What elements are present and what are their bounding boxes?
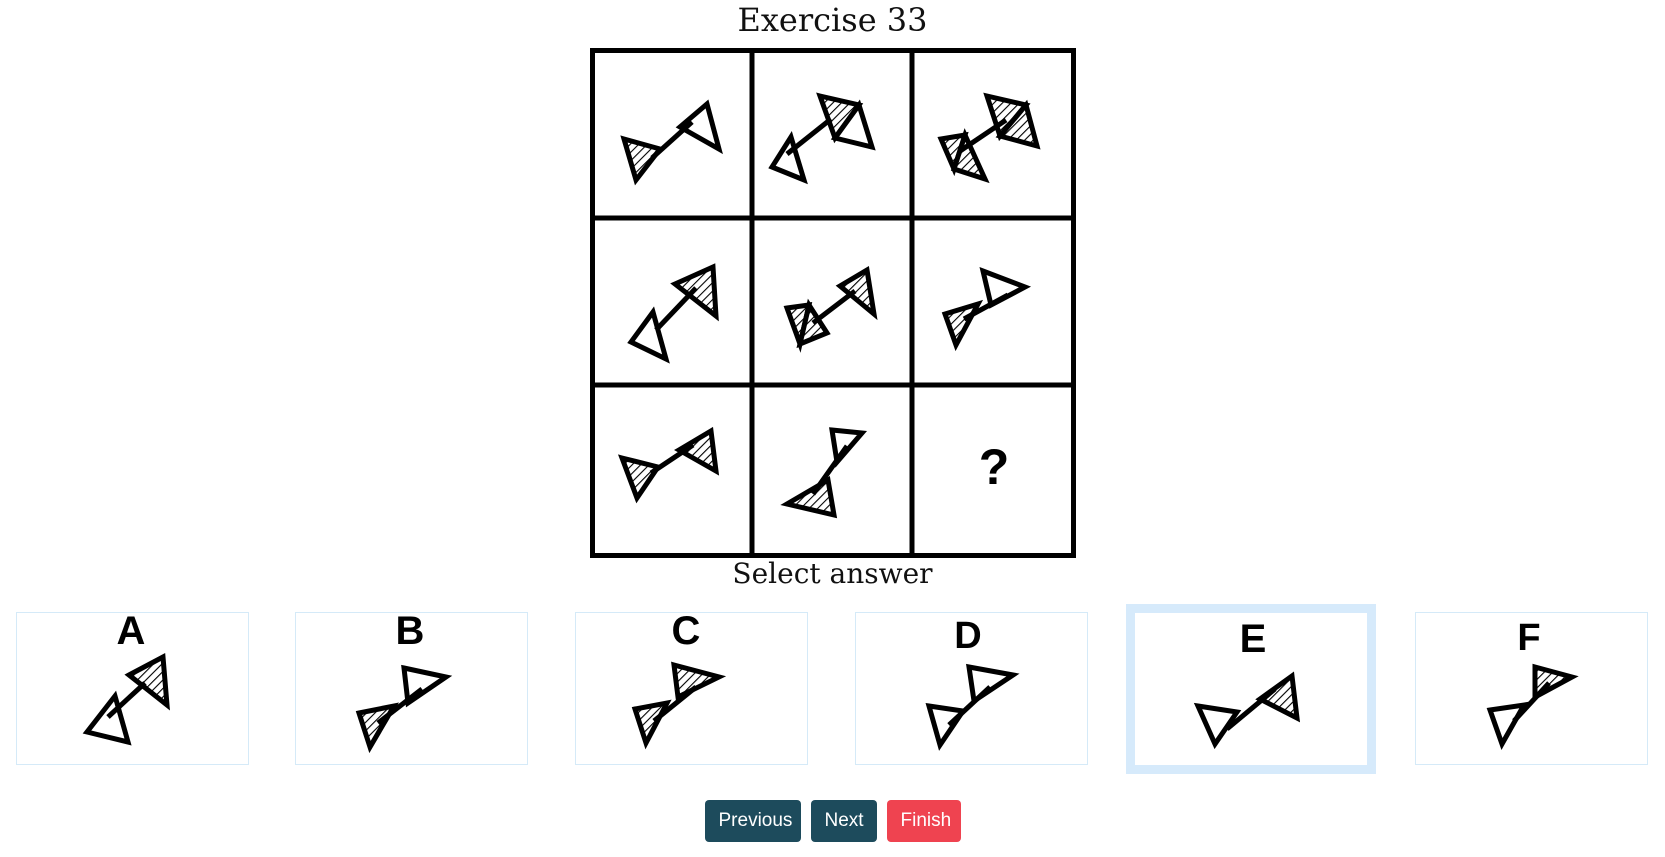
puzzle-matrix: ? (590, 48, 1076, 558)
answer-option-c[interactable]: C (575, 612, 808, 765)
answer-option-b[interactable]: B (295, 612, 528, 765)
answer-option-a[interactable]: A (16, 612, 249, 765)
exercise-title: Exercise 33 (737, 1, 928, 39)
answer-option-e[interactable]: E (1126, 604, 1376, 774)
matrix-cell-5-figure (783, 265, 878, 353)
previous-button[interactable]: Previous (704, 800, 801, 842)
next-button[interactable]: Next (810, 800, 877, 842)
matrix-cell-1-figure (620, 99, 723, 186)
select-answer-label: Select answer (732, 557, 933, 590)
matrix-cell-8-figure (780, 427, 868, 519)
option-letter: E (1240, 617, 1267, 661)
question-mark: ? (979, 439, 1010, 495)
answer-option-d[interactable]: D (855, 612, 1088, 765)
matrix-cell-2-figure (768, 92, 876, 185)
option-letter: A (117, 613, 146, 653)
option-letter: D (954, 615, 981, 657)
navigation-buttons: Previous Next Finish (0, 800, 1665, 842)
matrix-cell-7-figure (617, 426, 720, 504)
finish-button[interactable]: Finish (886, 800, 961, 842)
matrix-cell-4-figure (627, 263, 719, 364)
option-letter: B (396, 613, 425, 653)
option-letter: F (1517, 617, 1540, 659)
option-letter: C (672, 613, 701, 653)
matrix-cell-6-figure (941, 266, 1032, 352)
matrix-cell-3-figure (937, 92, 1041, 184)
answer-option-f[interactable]: F (1415, 612, 1648, 765)
